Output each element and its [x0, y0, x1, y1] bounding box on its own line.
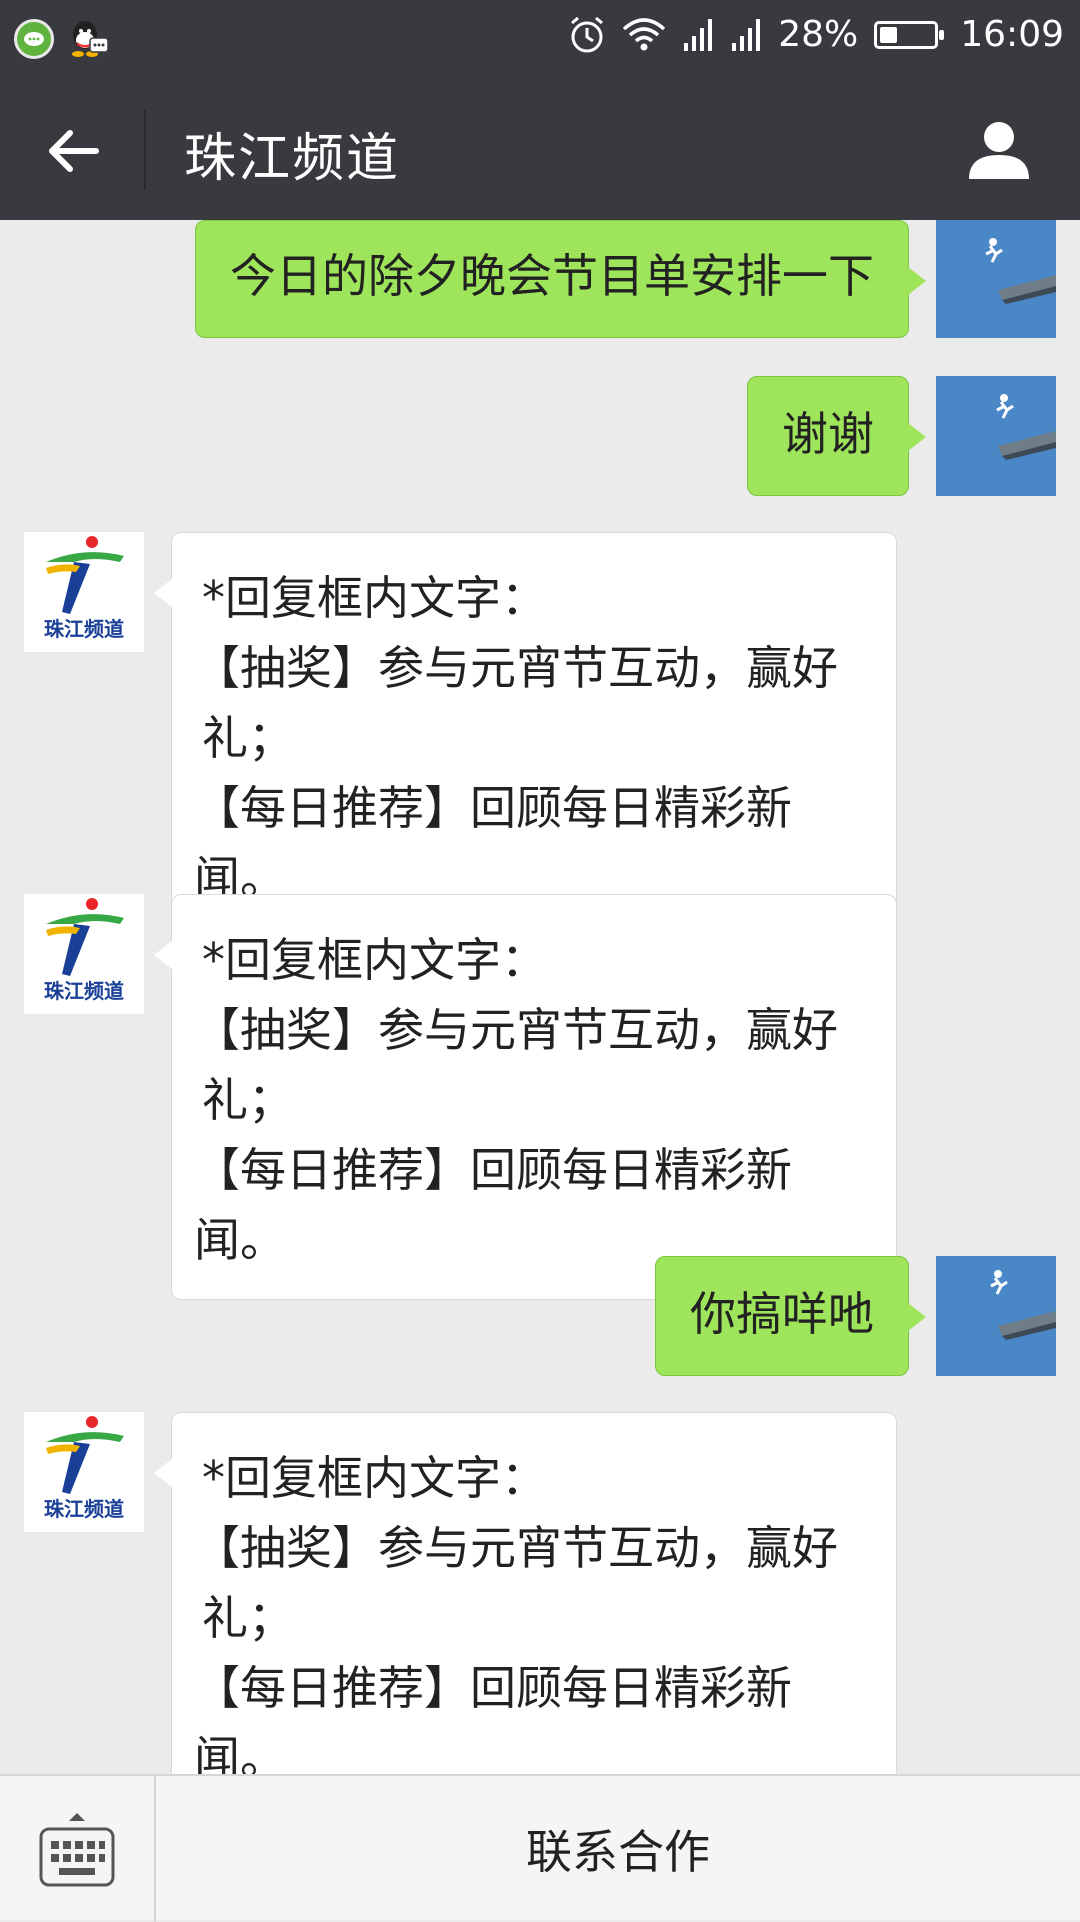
- clock: 16:09: [960, 14, 1064, 55]
- message-line: 礼；: [202, 1073, 294, 1127]
- message-line: 【每日推荐】回顾每日精彩新闻。: [194, 1661, 792, 1774]
- message-line: 【抽奖】参与元宵节互动，赢好: [194, 1521, 838, 1575]
- message-line: 【每日推荐】回顾每日精彩新闻。: [194, 781, 792, 905]
- keyboard-toggle-button[interactable]: [0, 1776, 154, 1922]
- chat-area[interactable]: 今日的除夕晚会节目单安排一下 谢谢 珠江频道 *回复框内文字： 【抽奖】参与元宵…: [0, 220, 1080, 1774]
- page-title: 珠江频道: [184, 129, 401, 189]
- message-text: 你搞咩吔: [690, 1287, 874, 1341]
- signal-icon: [732, 18, 761, 51]
- user-avatar[interactable]: [936, 1256, 1056, 1376]
- qq-icon: [72, 21, 108, 57]
- message-line: 礼；: [202, 1591, 294, 1645]
- message-line: 【每日推荐】回顾每日精彩新闻。: [194, 1143, 792, 1267]
- divider: [144, 110, 146, 190]
- diver-photo: [936, 376, 1056, 496]
- message-bubble[interactable]: 今日的除夕晚会节目单安排一下: [195, 220, 926, 338]
- status-bar: 28% 16:09: [0, 0, 1080, 78]
- logo-text: 珠江频道: [44, 1497, 124, 1521]
- message-bubble[interactable]: *回复框内文字： 【抽奖】参与元宵节互动，赢好 礼； 【每日推荐】回顾每日精彩新…: [154, 894, 897, 1300]
- title-bar: 珠江频道: [0, 78, 1080, 220]
- channel-avatar[interactable]: 珠江频道: [24, 1412, 144, 1532]
- logo-text: 珠江频道: [44, 979, 124, 1003]
- bottom-menu-bar: 联系合作: [0, 1774, 1080, 1922]
- message-line: *回复框内文字：: [202, 571, 547, 625]
- channel-avatar[interactable]: 珠江频道: [24, 532, 144, 652]
- battery-icon: [874, 20, 945, 49]
- menu-button-contact[interactable]: 联系合作: [156, 1776, 1080, 1922]
- profile-button[interactable]: [962, 112, 1036, 186]
- person-icon: [969, 122, 1029, 179]
- keyboard-icon: [39, 1813, 115, 1887]
- message-bubble[interactable]: *回复框内文字： 【抽奖】参与元宵节互动，赢好 礼； 【每日推荐】回顾每日精彩新…: [154, 1412, 897, 1774]
- logo-text: 珠江频道: [44, 617, 124, 641]
- message-line: 礼；: [202, 711, 294, 765]
- message-text: 今日的除夕晚会节目单安排一下: [230, 249, 874, 303]
- diver-photo: [936, 220, 1056, 338]
- signal-icon: [684, 18, 713, 51]
- wechat-icon: [14, 19, 54, 59]
- message-line: *回复框内文字：: [202, 1451, 547, 1505]
- battery-percent: 28%: [778, 14, 859, 55]
- channel-avatar[interactable]: 珠江频道: [24, 894, 144, 1014]
- channel-logo: 珠江频道: [24, 894, 144, 1014]
- message-text: 谢谢: [782, 407, 874, 461]
- user-avatar[interactable]: [936, 220, 1056, 338]
- message-bubble[interactable]: 谢谢: [747, 376, 926, 496]
- user-avatar[interactable]: [936, 376, 1056, 496]
- message-bubble[interactable]: 你搞咩吔: [655, 1256, 926, 1376]
- channel-logo: 珠江频道: [24, 532, 144, 652]
- message-bubble[interactable]: *回复框内文字： 【抽奖】参与元宵节互动，赢好 礼； 【每日推荐】回顾每日精彩新…: [154, 532, 897, 938]
- channel-logo: 珠江频道: [24, 1412, 144, 1532]
- message-line: 【抽奖】参与元宵节互动，赢好: [194, 641, 838, 695]
- message-line: 【抽奖】参与元宵节互动，赢好: [194, 1003, 838, 1057]
- back-arrow-icon: [49, 130, 99, 172]
- message-line: *回复框内文字：: [202, 933, 547, 987]
- back-button[interactable]: [36, 114, 110, 188]
- alarm-icon: [571, 16, 604, 52]
- wifi-icon: [623, 17, 666, 50]
- diver-photo: [936, 1256, 1056, 1376]
